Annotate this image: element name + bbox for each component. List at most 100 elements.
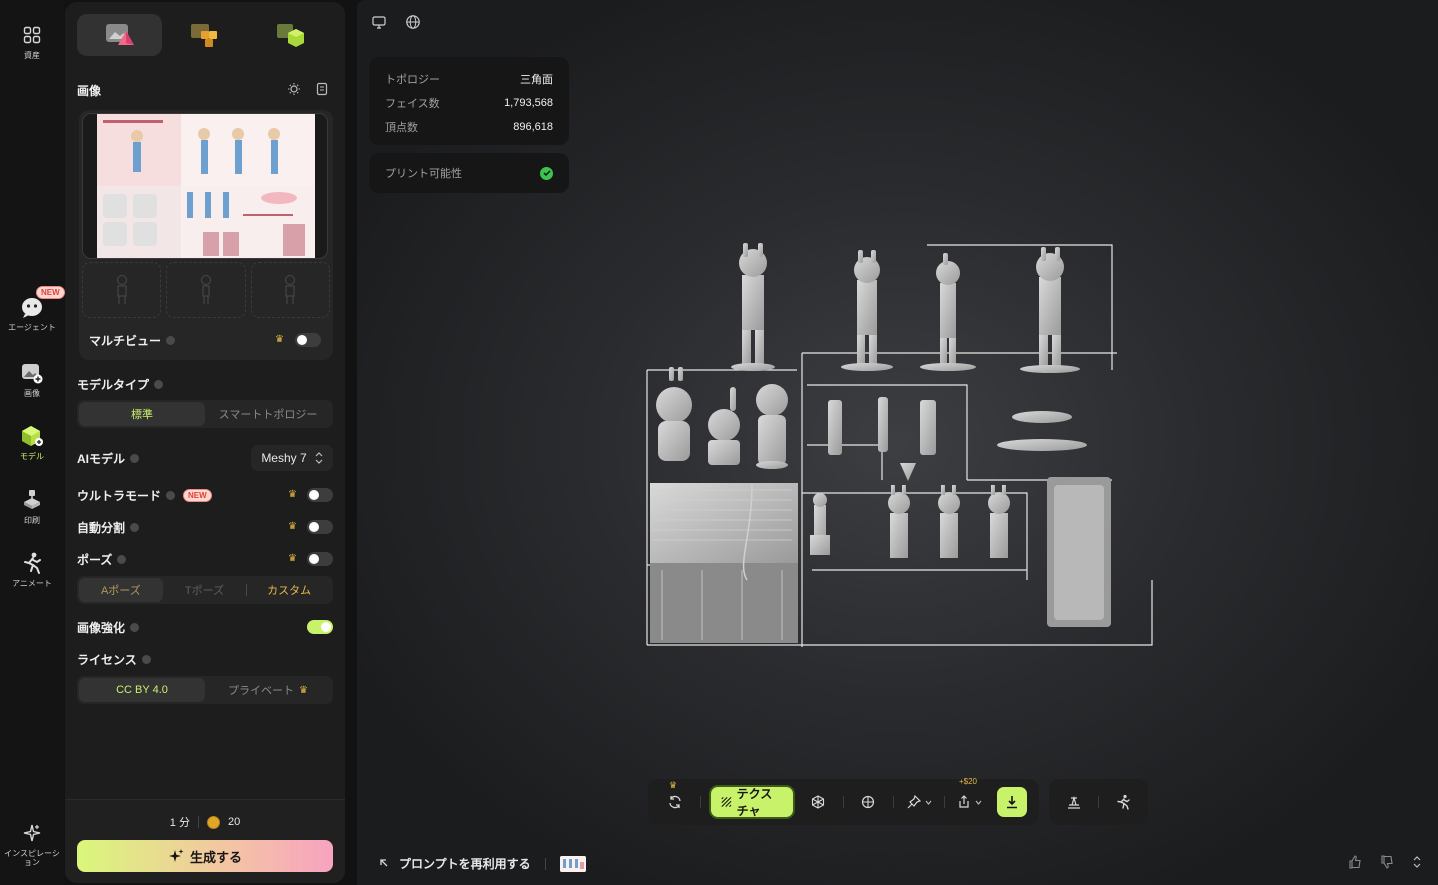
view-slot-back[interactable] — [250, 262, 330, 318]
toggle-knob — [321, 622, 331, 632]
rail-label-agent: エージェント — [8, 323, 56, 332]
pin-dropdown-button[interactable] — [904, 787, 934, 817]
toggle-knob — [309, 554, 319, 564]
rail-item-assets[interactable]: 資産 — [0, 22, 64, 60]
image-enhance-toggle[interactable] — [307, 620, 333, 634]
light-bulb-icon[interactable] — [287, 82, 301, 99]
info-icon[interactable] — [130, 453, 140, 463]
share-dropdown-button[interactable]: +$20 — [955, 777, 985, 817]
tab-image-to-3d[interactable] — [77, 14, 163, 56]
license-label-wrap: ライセンス — [77, 651, 151, 668]
pin-icon — [907, 795, 921, 809]
animate-button[interactable] — [1108, 787, 1138, 817]
divider — [197, 816, 199, 828]
divider — [544, 857, 546, 870]
figure-back-icon — [285, 275, 296, 304]
document-icon[interactable] — [315, 82, 329, 99]
3d-model-render[interactable] — [642, 235, 1157, 655]
tab-text-to-3d[interactable] — [248, 14, 333, 56]
generate-label: 生成する — [189, 849, 242, 865]
auto-split-toggle[interactable] — [307, 520, 333, 534]
printer-3d-icon — [19, 487, 45, 513]
monitor-icon[interactable] — [371, 14, 387, 33]
settings-panel: 画像 マルチビュー ♛ モデルタイプ 標準 スマートトポロジー AIモデル Me… — [65, 2, 345, 883]
check-icon — [540, 166, 553, 180]
viewport-top-icons — [371, 14, 421, 33]
license-private[interactable]: プライベート ♛ — [205, 678, 331, 702]
printability-card[interactable]: プリント可能性 — [369, 153, 569, 193]
ai-model-select[interactable]: Meshy 7 — [251, 445, 333, 471]
tab-multi-image[interactable] — [162, 14, 247, 56]
texture-button[interactable]: テクスチャ — [710, 787, 793, 818]
reference-image[interactable] — [82, 113, 328, 259]
crown-icon: ♛ — [275, 334, 284, 345]
reuse-prompt-link[interactable]: プロンプトを再利用する — [399, 855, 531, 872]
ai-model-label-wrap: AIモデル — [77, 450, 140, 467]
pose-toggle[interactable] — [307, 552, 333, 566]
rail-label-model: モデル — [20, 452, 44, 461]
credit-cost: 20 — [227, 816, 241, 828]
license-cc-by[interactable]: CC BY 4.0 — [79, 678, 205, 702]
transform-button[interactable] — [853, 787, 883, 817]
cubes-icon — [190, 24, 217, 47]
generate-button[interactable]: 生成する — [77, 840, 333, 872]
image-enhance-row: 画像強化 — [77, 617, 333, 637]
crown-icon: ♛ — [299, 684, 308, 696]
globe-icon[interactable] — [405, 14, 421, 33]
multiview-toggle[interactable] — [295, 333, 321, 347]
text-cube-icon — [277, 24, 305, 47]
rail-item-model[interactable]: モデル — [0, 423, 64, 461]
thumbs-up-icon[interactable] — [1348, 855, 1362, 872]
divider — [700, 796, 701, 808]
rail-label-image: 画像 — [24, 389, 40, 398]
pose-label: ポーズ — [77, 552, 113, 567]
model-type-label-wrap: モデルタイプ — [77, 376, 164, 393]
prompt-image-thumbnail[interactable] — [559, 855, 586, 872]
model-type-standard[interactable]: 標準 — [79, 402, 205, 426]
rail-item-print[interactable]: 印刷 — [0, 487, 64, 525]
stat-value: 896,618 — [513, 121, 553, 133]
image-section-title: 画像 — [77, 82, 101, 99]
rail-item-agent[interactable]: NEW エージェント — [0, 286, 65, 332]
download-button[interactable] — [996, 787, 1027, 817]
pose-a[interactable]: Aポーズ — [79, 578, 163, 602]
chevron-updown-icon[interactable] — [1412, 855, 1422, 872]
info-icon[interactable] — [130, 622, 140, 632]
cost-info: 1 分 20 — [65, 814, 345, 830]
view-slot-side[interactable] — [166, 262, 246, 318]
pose-t[interactable]: Tポーズ — [163, 578, 247, 602]
image-upload-card: マルチビュー ♛ — [79, 110, 333, 360]
new-badge: NEW — [183, 488, 212, 502]
info-icon[interactable] — [154, 379, 164, 389]
sparkle-icon — [19, 820, 45, 846]
stat-value: 三角面 — [520, 74, 553, 86]
image-enhance-label: 画像強化 — [77, 620, 126, 635]
info-icon[interactable] — [166, 335, 176, 345]
license-row: ライセンス — [77, 649, 333, 669]
print-prep-button[interactable] — [1059, 787, 1089, 817]
rail-label-inspiration: インスピレーション — [4, 849, 60, 867]
stat-key: トポロジー — [385, 74, 440, 86]
view-slot-front[interactable] — [82, 262, 162, 318]
info-icon[interactable] — [130, 522, 140, 532]
cube-icon — [19, 423, 45, 449]
pose-label-wrap: ポーズ — [77, 551, 127, 568]
model-type-smart-topology[interactable]: スマートトポロジー — [205, 402, 331, 426]
ultra-mode-toggle[interactable] — [307, 488, 333, 502]
pose-custom[interactable]: カスタム — [247, 578, 331, 602]
rail-item-image[interactable]: 画像 — [0, 360, 64, 398]
stat-key: 頂点数 — [385, 122, 418, 134]
rail-item-inspiration[interactable]: インスピレーション — [0, 820, 64, 867]
info-icon[interactable] — [141, 654, 151, 664]
model-viewport[interactable]: トポロジー 三角面 フェイス数 1,793,568 頂点数 896,618 プリント可… — [357, 0, 1438, 885]
rail-item-animate[interactable]: アニメート — [0, 550, 64, 588]
divider — [893, 796, 895, 808]
info-icon[interactable] — [117, 554, 127, 564]
info-icon[interactable] — [166, 490, 176, 500]
reference-sheet-thumbnail — [97, 114, 315, 258]
stat-topology: トポロジー 三角面 — [385, 67, 553, 91]
remesh-button[interactable]: ♛ — [660, 780, 690, 817]
thumbs-down-icon[interactable] — [1380, 855, 1394, 872]
mesh-stats-card: トポロジー 三角面 フェイス数 1,793,568 頂点数 896,618 — [369, 57, 569, 145]
material-button[interactable] — [803, 787, 833, 817]
